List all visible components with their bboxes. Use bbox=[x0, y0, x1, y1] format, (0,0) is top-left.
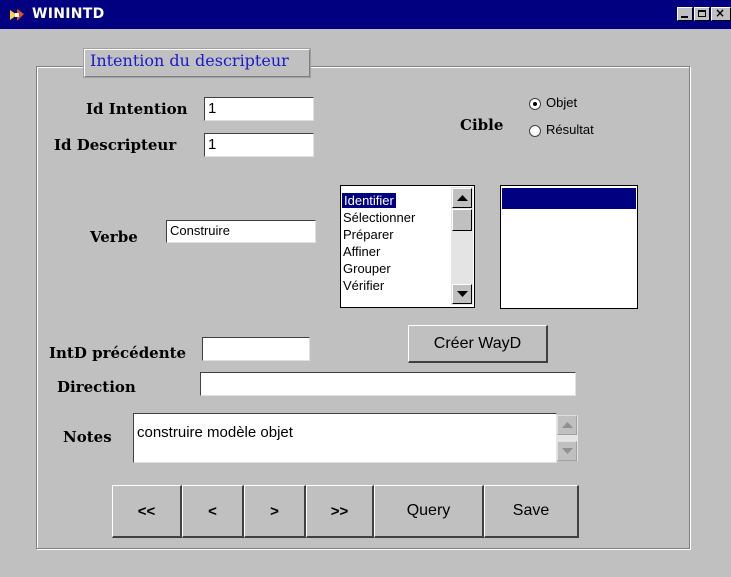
app-icon bbox=[8, 7, 26, 23]
radio-resultat[interactable] bbox=[529, 125, 541, 137]
verb-list-items: Identifier Sélectionner Préparer Affiner… bbox=[340, 185, 452, 308]
notes-scroll-down-button[interactable] bbox=[557, 441, 577, 461]
intd-precedente-label: IntD précédente bbox=[49, 344, 187, 362]
result-selected-row[interactable] bbox=[502, 188, 636, 209]
cible-label: Cible bbox=[460, 116, 504, 134]
verb-item-preparer[interactable]: Préparer bbox=[343, 227, 394, 242]
radio-resultat-label: Résultat bbox=[546, 122, 594, 137]
notes-label: Notes bbox=[63, 428, 112, 446]
verbe-field[interactable]: Construire bbox=[166, 220, 316, 243]
arrow-up-icon bbox=[562, 422, 573, 428]
notes-textarea[interactable]: construire modèle objet bbox=[133, 413, 557, 463]
direction-field[interactable] bbox=[200, 372, 576, 396]
id-descripteur-label: Id Descripteur bbox=[54, 136, 177, 154]
scroll-down-button[interactable] bbox=[452, 284, 472, 304]
radio-selected-dot bbox=[533, 102, 537, 106]
close-button[interactable]: × bbox=[711, 6, 731, 21]
verb-item-identifier[interactable]: Identifier bbox=[341, 192, 397, 209]
close-icon: × bbox=[715, 6, 726, 20]
id-intention-field[interactable]: 1 bbox=[204, 97, 314, 121]
next-record-button[interactable]: > bbox=[244, 485, 306, 538]
verb-item-verifier[interactable]: Vérifier bbox=[343, 278, 384, 293]
creer-wayd-button[interactable]: Créer WayD bbox=[408, 325, 548, 363]
radio-objet[interactable] bbox=[529, 98, 541, 110]
title-bar[interactable] bbox=[0, 0, 731, 29]
verb-item-affiner[interactable]: Affiner bbox=[343, 244, 380, 259]
verbe-label: Verbe bbox=[90, 228, 138, 246]
window-title: WININTD bbox=[32, 6, 105, 22]
direction-label: Direction bbox=[57, 378, 136, 396]
scroll-thumb[interactable] bbox=[452, 209, 472, 231]
query-button[interactable]: Query bbox=[374, 485, 484, 538]
id-intention-label: Id Intention bbox=[86, 100, 188, 118]
save-button[interactable]: Save bbox=[484, 485, 579, 538]
id-descripteur-field[interactable]: 1 bbox=[204, 133, 314, 157]
arrow-up-icon bbox=[457, 195, 468, 201]
maximize-icon bbox=[698, 10, 706, 17]
first-record-button[interactable]: << bbox=[112, 485, 182, 538]
intd-precedente-field[interactable] bbox=[202, 337, 310, 361]
last-record-button[interactable]: >> bbox=[306, 485, 374, 538]
verb-item-grouper[interactable]: Grouper bbox=[343, 261, 391, 276]
arrow-down-icon bbox=[457, 291, 468, 297]
previous-record-button[interactable]: < bbox=[182, 485, 244, 538]
minimize-button[interactable] bbox=[677, 7, 693, 21]
minimize-icon bbox=[681, 16, 688, 18]
verb-item-selectionner[interactable]: Sélectionner bbox=[343, 210, 415, 225]
notes-scroll-up-button[interactable] bbox=[557, 415, 577, 435]
group-title: Intention du descripteur bbox=[90, 51, 289, 70]
radio-objet-label: Objet bbox=[546, 95, 578, 110]
maximize-button[interactable] bbox=[694, 7, 710, 21]
arrow-down-icon bbox=[562, 448, 573, 454]
scroll-up-button[interactable] bbox=[452, 188, 472, 208]
